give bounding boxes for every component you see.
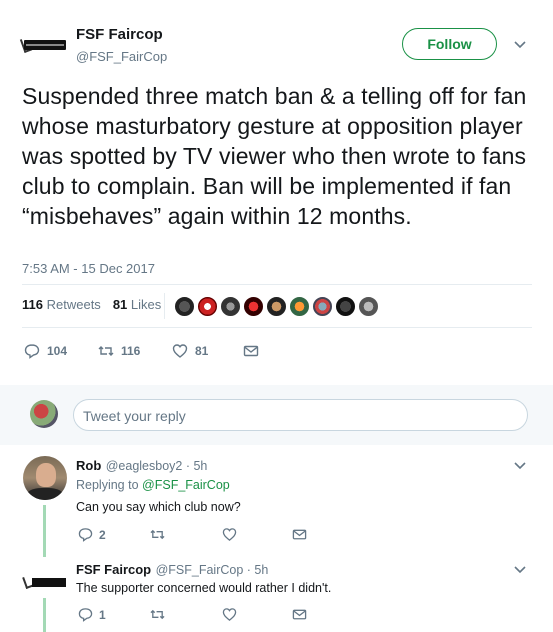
liker-avatar[interactable] [220,296,241,317]
replying-to-handle[interactable]: @FSF_FairCop [142,478,230,492]
reply-icon [78,528,93,542]
reply-count: 1 [99,607,106,622]
reply-author-avatar-logo[interactable] [22,574,68,590]
tweet-stats: 116 Retweets 81 Likes [22,297,161,312]
likes-label: Likes [130,297,162,312]
retweets-label: Retweets [46,297,101,312]
chevron-down-icon[interactable] [513,38,527,52]
liker-avatar[interactable] [312,296,333,317]
liker-avatar[interactable] [289,296,310,317]
liker-avatar[interactable] [174,296,195,317]
reply-count: 104 [47,344,68,358]
likers-avatars [174,296,379,317]
chevron-down-icon[interactable] [513,563,527,577]
like-action[interactable]: 81 [172,343,208,359]
liker-avatar[interactable] [335,296,356,317]
reply-count: 2 [99,527,106,542]
reply-action[interactable]: 104 [24,343,67,359]
heart-icon [172,344,188,358]
likes-count: 81 [112,297,128,312]
reply-icon [78,608,93,622]
liker-avatar[interactable] [243,296,264,317]
reply-author-name[interactable]: Rob [76,458,101,473]
divider [22,327,532,328]
author-handle[interactable]: @FSF_FairCop [76,49,167,64]
retweet-action[interactable]: 116 [98,343,140,359]
direct-message-action[interactable] [243,343,259,359]
author-name[interactable]: FSF Faircop [76,26,163,43]
reply-author-handle[interactable]: @FSF_FairCop · 5h [156,563,269,577]
like-action[interactable] [222,527,237,542]
direct-message-action[interactable] [292,607,307,622]
reply-icon [24,344,40,359]
retweet-count: 116 [121,344,141,358]
retweet-action[interactable] [150,527,165,542]
reply-action[interactable]: 1 [78,607,106,622]
liker-avatar[interactable] [358,296,379,317]
author-avatar-logo[interactable] [19,36,68,54]
liker-avatar[interactable] [266,296,287,317]
thread-line [43,505,46,557]
tweet-text: Suspended three match ban & a telling of… [22,83,527,229]
direct-message-action[interactable] [292,527,307,542]
retweet-icon [150,529,165,540]
message-icon [243,345,259,357]
heart-icon [222,528,237,541]
retweet-icon [150,609,165,620]
retweets-count: 116 [22,297,43,312]
retweet-action[interactable] [150,607,165,622]
heart-icon [222,608,237,621]
reply-text: The supporter concerned would rather I d… [76,581,332,595]
stats-separator [164,293,165,319]
divider [22,284,532,285]
reply-header: Rob @eaglesboy2 · 5h [76,457,207,475]
likes-stat[interactable]: 81 Likes [113,297,161,312]
reply-input[interactable]: Tweet your reply [73,399,528,431]
follow-button[interactable]: Follow [402,28,497,60]
reply-action[interactable]: 2 [78,527,106,542]
replying-to-prefix: Replying to [76,478,139,492]
reply-header: FSF Faircop @FSF_FairCop · 5h [76,561,268,579]
like-count: 81 [195,344,209,358]
current-user-avatar[interactable] [30,400,58,428]
retweet-icon [98,346,114,356]
retweets-stat[interactable]: 116 Retweets [22,297,101,312]
reply-author-handle[interactable]: @eaglesboy2 · 5h [106,459,208,473]
reply-author-name[interactable]: FSF Faircop [76,562,151,577]
thread-line [43,598,46,632]
message-icon [292,609,307,620]
message-icon [292,529,307,540]
replying-to: Replying to @FSF_FairCop [76,478,230,492]
reply-text: Can you say which club now? [76,500,241,514]
tweet-timestamp[interactable]: 7:53 AM - 15 Dec 2017 [22,261,155,276]
like-action[interactable] [222,607,237,622]
chevron-down-icon[interactable] [513,459,527,473]
reply-author-avatar[interactable] [23,456,67,500]
liker-avatar[interactable] [197,296,218,317]
